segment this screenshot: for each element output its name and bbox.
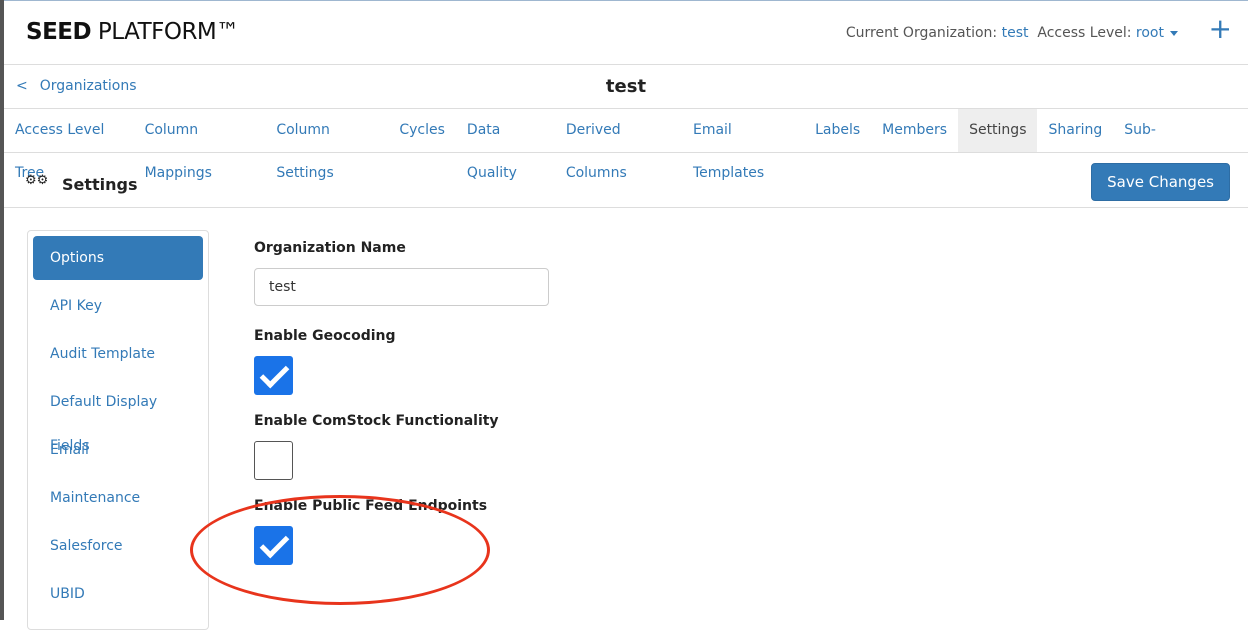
save-changes-button[interactable]: Save Changes — [1091, 163, 1230, 201]
org-tabs: Access Level Tree Column Mappings Column S… — [4, 109, 1248, 181]
sidebar-item-salesforce[interactable]: Salesforce — [33, 524, 203, 568]
sidebar-item-api-key[interactable]: API Key — [33, 284, 203, 328]
breadcrumb: < Organizations test — [4, 65, 1248, 109]
section-header: ⚙⚙ Settings Save Changes — [4, 153, 1248, 208]
section-title: Settings — [62, 175, 138, 194]
tab-column-settings[interactable]: Column Settings — [265, 109, 388, 181]
sidebar-item-audit-template[interactable]: Audit Template — [33, 332, 203, 376]
sidebar-item-ubid[interactable]: UBID — [33, 572, 203, 616]
org-name-label: Organization Name — [254, 240, 406, 256]
public-feed-checkbox[interactable] — [254, 526, 293, 565]
options-form: Organization Name Enable Geocoding Enabl… — [254, 240, 549, 583]
geocoding-checkbox[interactable] — [254, 356, 293, 395]
sidebar-item-email[interactable]: Email — [33, 428, 203, 472]
top-navbar: SEED PLATFORM™ Current Organization: tes… — [4, 0, 1248, 65]
access-level-dropdown[interactable]: root — [1136, 25, 1178, 41]
tab-sub-organizations[interactable]: Sub-Organizations — [1113, 109, 1248, 181]
tab-settings[interactable]: Settings — [958, 109, 1038, 152]
tab-email-templates[interactable]: Email Templates — [682, 109, 804, 181]
tab-access-level-tree[interactable]: Access Level Tree — [4, 109, 134, 181]
comstock-label: Enable ComStock Functionality — [254, 413, 499, 429]
page-title: test — [605, 76, 647, 97]
sidebar-item-options[interactable]: Options — [33, 236, 203, 280]
sidebar-item-maintenance[interactable]: Maintenance — [33, 476, 203, 520]
tab-cycles[interactable]: Cycles — [388, 109, 456, 152]
geocoding-label: Enable Geocoding — [254, 328, 396, 344]
sidebar-item-default-display-fields[interactable]: Default Display Fields — [33, 380, 203, 454]
tab-sharing[interactable]: Sharing — [1037, 109, 1113, 152]
comstock-checkbox[interactable] — [254, 441, 293, 480]
tab-labels[interactable]: Labels — [804, 109, 871, 152]
current-org-link[interactable]: test — [1002, 25, 1029, 41]
org-info: Current Organization: test Access Level:… — [846, 25, 1178, 41]
tab-members[interactable]: Members — [871, 109, 958, 152]
caret-down-icon — [1170, 30, 1178, 36]
org-name-input[interactable] — [254, 268, 549, 306]
public-feed-label: Enable Public Feed Endpoints — [254, 498, 488, 514]
tab-column-mappings[interactable]: Column Mappings — [134, 109, 266, 181]
plus-icon[interactable]: + — [1209, 15, 1232, 43]
tab-data-quality[interactable]: Data Quality — [456, 109, 555, 181]
settings-sidebar: Options API Key Audit Template Default Disp… — [27, 230, 209, 630]
brand-logo[interactable]: SEED PLATFORM™ — [26, 19, 239, 45]
gears-icon: ⚙⚙ — [25, 173, 49, 188]
tab-derived-columns[interactable]: Derived Columns — [555, 109, 682, 181]
